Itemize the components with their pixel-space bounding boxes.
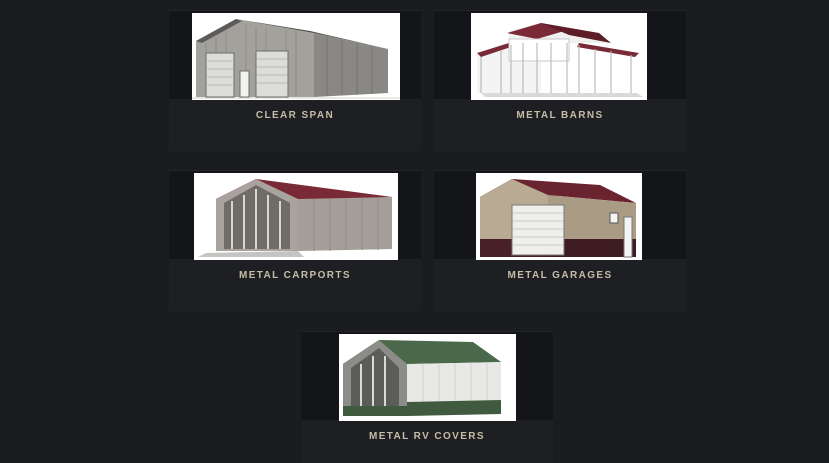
card-label: METAL BARNS	[516, 110, 604, 121]
metal-barns-image[interactable]	[471, 13, 647, 100]
metal-garages-image[interactable]	[476, 173, 642, 260]
metal-carport-building-illustration	[198, 179, 392, 257]
metal-carports-image[interactable]	[194, 173, 398, 260]
clear-span-image[interactable]	[192, 13, 400, 100]
card-label: METAL GARAGES	[507, 270, 613, 281]
card-metal-carports[interactable]: METAL CARPORTS	[169, 170, 421, 311]
card-label: CLEAR SPAN	[255, 110, 335, 121]
metal-rv-cover-building-illustration	[343, 340, 501, 416]
metal-barn-building-illustration	[477, 23, 643, 97]
card-image-area	[434, 171, 686, 260]
card-image-area	[434, 11, 686, 100]
card-label: METAL CARPORTS	[238, 270, 351, 281]
card-image-area	[301, 332, 553, 421]
card-label: METAL RV COVERS	[368, 431, 485, 442]
card-metal-barns[interactable]: METAL BARNS	[434, 10, 686, 151]
card-metal-garages[interactable]: METAL GARAGES	[434, 170, 686, 311]
clear-span-building-illustration	[192, 19, 400, 99]
metal-rv-covers-image[interactable]	[339, 334, 516, 421]
card-image-area	[169, 171, 421, 260]
card-metal-rv-covers[interactable]: METAL RV COVERS	[301, 331, 553, 463]
card-image-area	[169, 11, 421, 100]
card-clear-span[interactable]: CLEAR SPAN	[169, 10, 421, 151]
metal-garage-building-illustration	[480, 179, 636, 258]
